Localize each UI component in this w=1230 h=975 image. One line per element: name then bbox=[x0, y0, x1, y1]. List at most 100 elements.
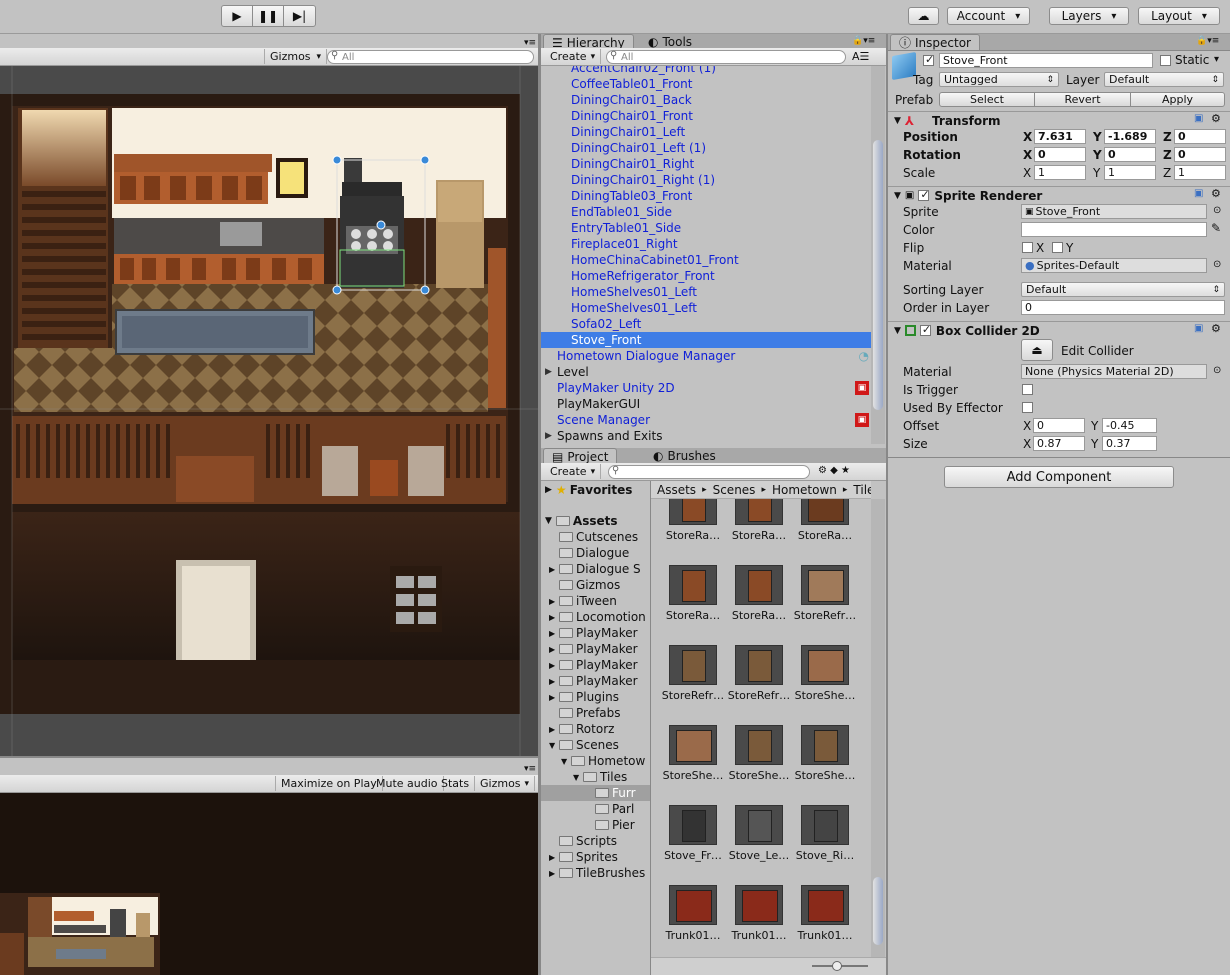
rot-x-input[interactable]: 0 bbox=[1034, 147, 1086, 162]
folder-expand-icon[interactable]: ▶ bbox=[549, 645, 559, 654]
project-folder[interactable]: ▶ iTween bbox=[541, 593, 650, 609]
folder-expand-icon[interactable]: ▶ bbox=[549, 693, 559, 702]
box-collider-settings-icon[interactable]: ⚙ bbox=[1211, 322, 1221, 335]
folder-expand-icon[interactable]: ▶ bbox=[549, 613, 559, 622]
project-folder[interactable]: Prefabs bbox=[541, 705, 650, 721]
account-dropdown[interactable]: Account bbox=[947, 7, 1030, 25]
expand-arrow-icon[interactable]: ▶ bbox=[545, 367, 552, 377]
folder-expand-icon[interactable]: ▼ bbox=[549, 741, 559, 750]
project-filter-icons[interactable]: ⚙ ◆ ★ bbox=[818, 465, 850, 476]
mute-audio-toggle[interactable]: Mute audio bbox=[371, 776, 444, 791]
flip-x-checkbox[interactable] bbox=[1022, 242, 1033, 253]
gameobject-active-checkbox[interactable] bbox=[923, 53, 934, 66]
step-button[interactable]: ▶| bbox=[283, 5, 316, 27]
transform-help-icon[interactable]: ▣ bbox=[1194, 113, 1203, 124]
scene-canvas[interactable] bbox=[0, 66, 538, 756]
asset-thumbnail[interactable] bbox=[801, 565, 849, 605]
folder-expand-icon[interactable]: ▶ bbox=[549, 565, 559, 574]
sprite-renderer-help-icon[interactable]: ▣ bbox=[1194, 188, 1203, 199]
hierarchy-item[interactable]: Sofa02_Left bbox=[541, 316, 871, 332]
tab-brushes[interactable]: ◐ Brushes bbox=[645, 448, 724, 464]
thumbnail-size-knob[interactable] bbox=[832, 961, 842, 971]
project-folder[interactable]: ▶ Dialogue S bbox=[541, 561, 650, 577]
scene-game-divider[interactable] bbox=[0, 756, 538, 758]
transform-settings-icon[interactable]: ⚙ bbox=[1211, 112, 1221, 125]
asset-thumbnail[interactable] bbox=[801, 805, 849, 845]
hierarchy-item[interactable]: HomeChinaCabinet01_Front bbox=[541, 252, 871, 268]
project-folder[interactable]: ▶ TileBrushes bbox=[541, 865, 650, 881]
eyedropper-icon[interactable]: ✎ bbox=[1211, 221, 1221, 235]
hierarchy-item[interactable]: CoffeeTable01_Front bbox=[541, 76, 871, 92]
rot-z-input[interactable]: 0 bbox=[1174, 147, 1226, 162]
size-y-input[interactable]: 0.37 bbox=[1102, 436, 1157, 451]
hierarchy-scrollbar[interactable] bbox=[871, 66, 885, 444]
maximize-on-play-toggle[interactable]: Maximize on Play bbox=[275, 776, 383, 791]
edit-collider-button[interactable]: ⏏ bbox=[1021, 339, 1053, 361]
project-folder[interactable]: Gizmos bbox=[541, 577, 650, 593]
static-checkbox[interactable] bbox=[1160, 55, 1171, 66]
asset-thumbnail[interactable] bbox=[801, 499, 849, 525]
layout-dropdown[interactable]: Layout bbox=[1138, 7, 1220, 25]
stats-toggle[interactable]: Stats bbox=[436, 776, 476, 791]
project-folder[interactable]: ▶ PlayMaker bbox=[541, 641, 650, 657]
asset-thumbnail[interactable] bbox=[735, 499, 783, 525]
pos-y-input[interactable]: -1.689 bbox=[1104, 129, 1156, 144]
asset-thumbnail[interactable] bbox=[735, 805, 783, 845]
scene-menu-icon[interactable]: ▾≡ bbox=[524, 38, 536, 48]
prefab-apply-button[interactable]: Apply bbox=[1130, 92, 1225, 107]
tab-project[interactable]: ▤ Project bbox=[543, 448, 618, 464]
order-in-layer-input[interactable]: 0 bbox=[1021, 300, 1225, 315]
scene-gizmos-dropdown[interactable]: Gizmos ▾ bbox=[264, 49, 328, 64]
sorting-layer-dropdown[interactable]: Default bbox=[1021, 282, 1225, 297]
prefab-select-button[interactable]: Select bbox=[939, 92, 1035, 107]
favorites-row[interactable]: ▶ ★ Favorites bbox=[545, 482, 632, 498]
tag-dropdown[interactable]: Untagged bbox=[939, 72, 1059, 87]
folder-expand-icon[interactable]: ▶ bbox=[549, 725, 559, 734]
right-panel-divider[interactable] bbox=[886, 34, 888, 975]
project-create-dropdown[interactable]: Create ▾ bbox=[545, 464, 602, 479]
pos-x-input[interactable]: 7.631 bbox=[1034, 129, 1086, 144]
project-search-input[interactable] bbox=[608, 465, 810, 479]
game-gizmos-dropdown[interactable]: Gizmos ▾ bbox=[475, 776, 536, 791]
transform-header[interactable]: ▼ ⅄ Transform bbox=[888, 111, 1230, 129]
folder-expand-icon[interactable]: ▼ bbox=[561, 757, 571, 766]
hierarchy-item[interactable]: DiningChair01_Right bbox=[541, 156, 871, 172]
sprite-field[interactable]: ▣ Stove_Front bbox=[1021, 204, 1207, 219]
project-folder[interactable]: ▶ PlayMaker bbox=[541, 673, 650, 689]
hierarchy-item[interactable]: PlayMaker Unity 2D ▣ bbox=[541, 380, 871, 396]
hierarchy-item[interactable]: DiningChair01_Left bbox=[541, 124, 871, 140]
hierarchy-item[interactable]: DiningChair01_Left (1) bbox=[541, 140, 871, 156]
bc-material-field[interactable]: None (Physics Material 2D) bbox=[1021, 364, 1207, 379]
asset-thumbnail[interactable] bbox=[801, 645, 849, 685]
folder-expand-icon[interactable]: ▶ bbox=[549, 597, 559, 606]
project-folder[interactable]: ▶ Sprites bbox=[541, 849, 650, 865]
hierarchy-item[interactable]: Fireplace01_Right bbox=[541, 236, 871, 252]
hierarchy-item[interactable]: ▶ Spawns and Exits bbox=[541, 428, 871, 444]
sr-material-field[interactable]: ● Sprites-Default bbox=[1021, 258, 1207, 273]
game-canvas[interactable] bbox=[0, 793, 538, 975]
asset-thumbnail[interactable] bbox=[735, 565, 783, 605]
static-dropdown-icon[interactable]: ▾ bbox=[1214, 54, 1219, 65]
hierarchy-item[interactable]: ▶ Level bbox=[541, 364, 871, 380]
prefab-revert-button[interactable]: Revert bbox=[1034, 92, 1131, 107]
box-collider-enabled-checkbox[interactable] bbox=[919, 323, 931, 336]
folder-expand-icon[interactable]: ▶ bbox=[549, 869, 559, 878]
hierarchy-item[interactable]: HomeShelves01_Left bbox=[541, 300, 871, 316]
assets-row[interactable]: ▼ Assets bbox=[545, 513, 618, 529]
hierarchy-search-input[interactable]: All bbox=[606, 50, 846, 64]
used-by-effector-checkbox[interactable] bbox=[1022, 402, 1033, 413]
is-trigger-checkbox[interactable] bbox=[1022, 384, 1033, 395]
rot-y-input[interactable]: 0 bbox=[1104, 147, 1156, 162]
scl-y-input[interactable]: 1 bbox=[1104, 165, 1156, 180]
asset-thumbnail[interactable] bbox=[735, 885, 783, 925]
asset-thumbnail[interactable] bbox=[669, 499, 717, 525]
hierarchy-sort-icon[interactable]: A☰ bbox=[852, 50, 869, 63]
offset-x-input[interactable]: 0 bbox=[1033, 418, 1085, 433]
project-folder[interactable]: ▶ Plugins bbox=[541, 689, 650, 705]
pause-button[interactable]: ❚❚ bbox=[252, 5, 284, 27]
hierarchy-item[interactable]: DiningChair01_Right (1) bbox=[541, 172, 871, 188]
breadcrumb-item[interactable]: Tiles bbox=[853, 483, 871, 497]
hierarchy-item[interactable]: PlayMakerGUI bbox=[541, 396, 871, 412]
sprite-renderer-header[interactable]: ▼ ▣ Sprite Renderer bbox=[888, 186, 1230, 204]
breadcrumb-item[interactable]: Hometown bbox=[772, 483, 837, 497]
